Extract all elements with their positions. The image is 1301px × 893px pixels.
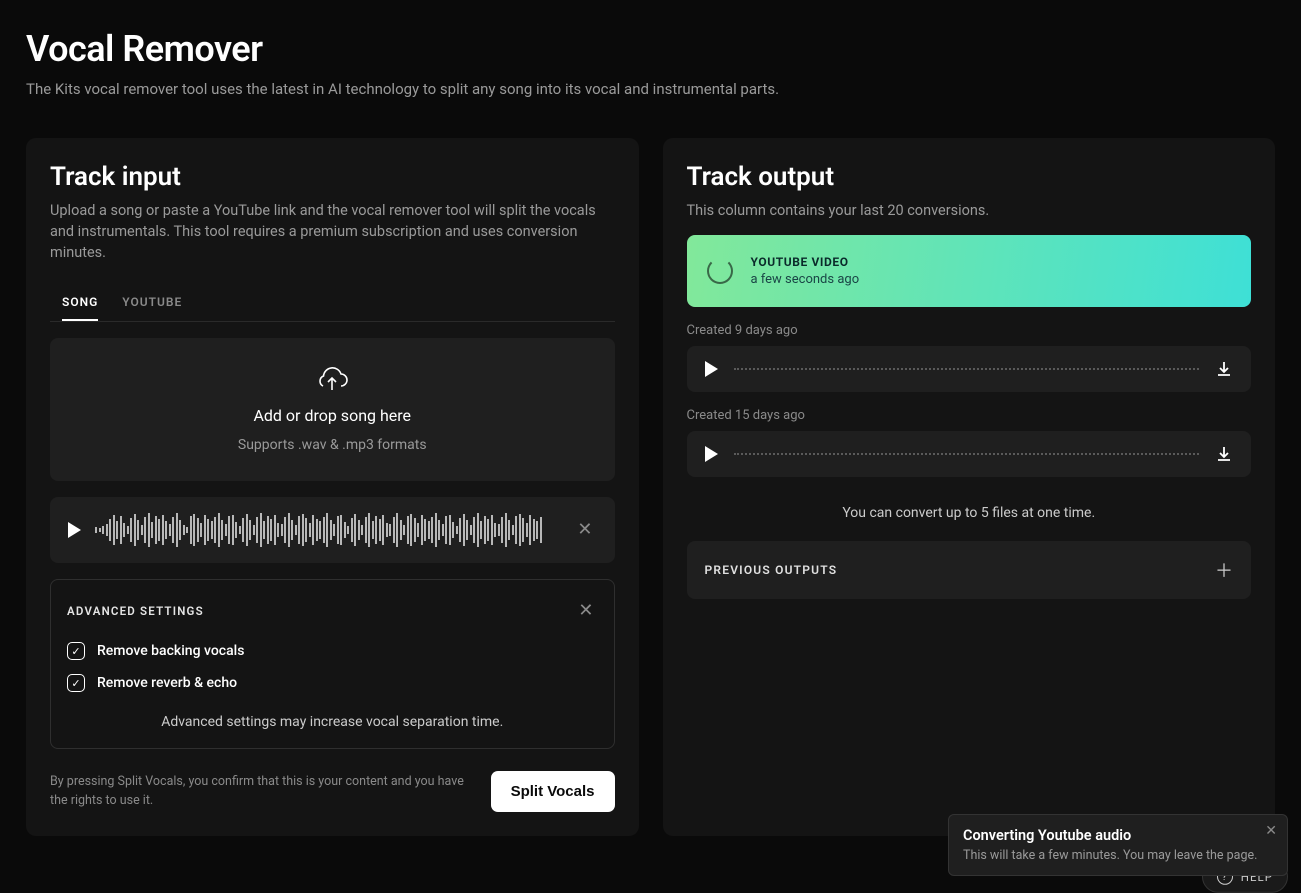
page-subtitle: The Kits vocal remover tool uses the lat…	[26, 80, 1275, 98]
created-label: Created 9 days ago	[687, 323, 1252, 338]
created-label: Created 15 days ago	[687, 408, 1252, 423]
play-icon[interactable]	[705, 446, 718, 462]
checkbox-reverb-echo[interactable]: ✓	[67, 674, 85, 692]
previous-outputs-toggle[interactable]: PREVIOUS OUTPUTS ＋	[687, 541, 1252, 599]
output-panel-desc: This column contains your last 20 conver…	[687, 200, 1252, 221]
advanced-note: Advanced settings may increase vocal sep…	[67, 714, 598, 730]
download-icon[interactable]	[1215, 445, 1233, 463]
previous-outputs-label: PREVIOUS OUTPUTS	[705, 563, 838, 577]
checkbox-backing-vocals[interactable]: ✓	[67, 642, 85, 660]
disclaimer-text: By pressing Split Vocals, you confirm th…	[50, 773, 471, 811]
track-input-panel: Track input Upload a song or paste a You…	[26, 138, 639, 836]
conversion-limit-note: You can convert up to 5 files at one tim…	[687, 505, 1252, 521]
cloud-upload-icon	[315, 366, 349, 394]
processing-label: YOUTUBE VIDEO	[751, 255, 860, 269]
tab-song[interactable]: SONG	[62, 285, 98, 321]
output-track-row	[687, 431, 1252, 477]
track-output-panel: Track output This column contains your l…	[663, 138, 1276, 836]
input-tabs: SONG YOUTUBE	[50, 285, 615, 322]
processing-card: YOUTUBE VIDEO a few seconds ago	[687, 235, 1252, 307]
toast-subtitle: This will take a few minutes. You may le…	[963, 848, 1273, 863]
spinner-icon	[707, 258, 733, 284]
toast-title: Converting Youtube audio	[963, 827, 1273, 844]
remove-audio-icon[interactable]: ✕	[573, 517, 596, 543]
empty-waveform	[734, 453, 1200, 455]
processing-time: a few seconds ago	[751, 272, 860, 287]
output-track-row	[687, 346, 1252, 392]
input-panel-title: Track input	[50, 162, 615, 192]
dropzone-subtitle: Supports .wav & .mp3 formats	[238, 437, 427, 453]
input-panel-desc: Upload a song or paste a YouTube link an…	[50, 200, 615, 263]
advanced-settings-title: ADVANCED SETTINGS	[67, 604, 204, 618]
audio-preview: ✕	[50, 497, 615, 563]
page-title: Vocal Remover	[26, 28, 1275, 70]
option-remove-backing-vocals: ✓ Remove backing vocals	[67, 642, 598, 660]
plus-icon: ＋	[1215, 557, 1233, 583]
checkbox-label: Remove backing vocals	[97, 643, 244, 659]
split-vocals-button[interactable]: Split Vocals	[491, 771, 615, 812]
tab-youtube[interactable]: YOUTUBE	[122, 285, 182, 321]
empty-waveform	[734, 368, 1200, 370]
waveform[interactable]	[95, 511, 559, 549]
option-remove-reverb-echo: ✓ Remove reverb & echo	[67, 674, 598, 692]
play-icon[interactable]	[68, 522, 81, 538]
close-toast-icon[interactable]: ✕	[1265, 823, 1277, 839]
dropzone-title: Add or drop song here	[253, 406, 411, 425]
advanced-settings: ADVANCED SETTINGS ✕ ✓ Remove backing voc…	[50, 579, 615, 749]
download-icon[interactable]	[1215, 360, 1233, 378]
close-advanced-icon[interactable]: ✕	[574, 598, 597, 624]
conversion-toast: ✕ Converting Youtube audio This will tak…	[948, 814, 1288, 876]
play-icon[interactable]	[705, 361, 718, 377]
checkbox-label: Remove reverb & echo	[97, 675, 237, 691]
output-panel-title: Track output	[687, 162, 1252, 192]
file-dropzone[interactable]: Add or drop song here Supports .wav & .m…	[50, 338, 615, 481]
